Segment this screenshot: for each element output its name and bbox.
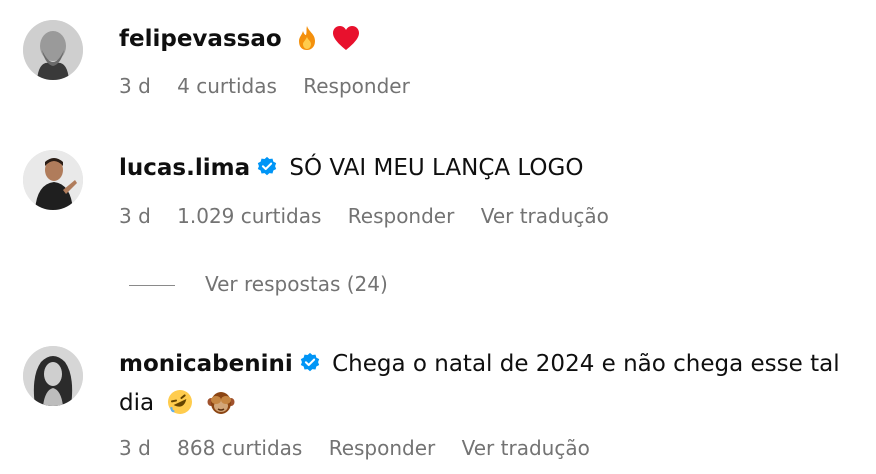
comment-time: 3 d <box>119 74 151 98</box>
reply-button[interactable]: Responder <box>348 204 455 228</box>
verified-badge-icon <box>256 153 278 189</box>
comment-line: monicabenini Chega o natal de 2024 e não… <box>119 346 859 426</box>
avatar[interactable] <box>23 346 83 406</box>
verified-badge-icon <box>299 349 321 385</box>
comment-line: lucas.lima SÓ VAI MEU LANÇA LOGO <box>119 150 866 189</box>
like-count[interactable]: 1.029 curtidas <box>177 204 321 228</box>
divider-line <box>129 285 175 286</box>
view-replies-button[interactable]: Ver respostas (24) <box>129 272 388 296</box>
comment-meta: 3 d 4 curtidas Responder <box>119 74 430 98</box>
comment-meta: 3 d 1.029 curtidas Responder Ver traduçã… <box>119 204 629 228</box>
avatar[interactable] <box>23 150 83 210</box>
rolling-laughing-icon <box>167 389 193 426</box>
reply-button[interactable]: Responder <box>303 74 410 98</box>
username[interactable]: felipevassao <box>119 26 282 52</box>
heart-icon <box>332 25 360 62</box>
comment-time: 3 d <box>119 204 151 228</box>
username[interactable]: lucas.lima <box>119 155 250 181</box>
comment-text: SÓ VAI MEU LANÇA LOGO <box>289 155 584 181</box>
comment-meta: 3 d 868 curtidas Responder Ver tradução <box>119 436 610 460</box>
comment-time: 3 d <box>119 436 151 460</box>
username[interactable]: monicabenini <box>119 351 293 377</box>
view-replies-label: Ver respostas (24) <box>205 272 388 296</box>
translate-button[interactable]: Ver tradução <box>481 204 609 228</box>
comment-line: felipevassao <box>119 21 866 62</box>
see-no-evil-monkey-icon <box>207 389 235 426</box>
reply-button[interactable]: Responder <box>329 436 436 460</box>
fire-icon <box>295 25 319 62</box>
like-count[interactable]: 868 curtidas <box>177 436 302 460</box>
avatar[interactable] <box>23 20 83 80</box>
translate-button[interactable]: Ver tradução <box>462 436 590 460</box>
like-count[interactable]: 4 curtidas <box>177 74 277 98</box>
